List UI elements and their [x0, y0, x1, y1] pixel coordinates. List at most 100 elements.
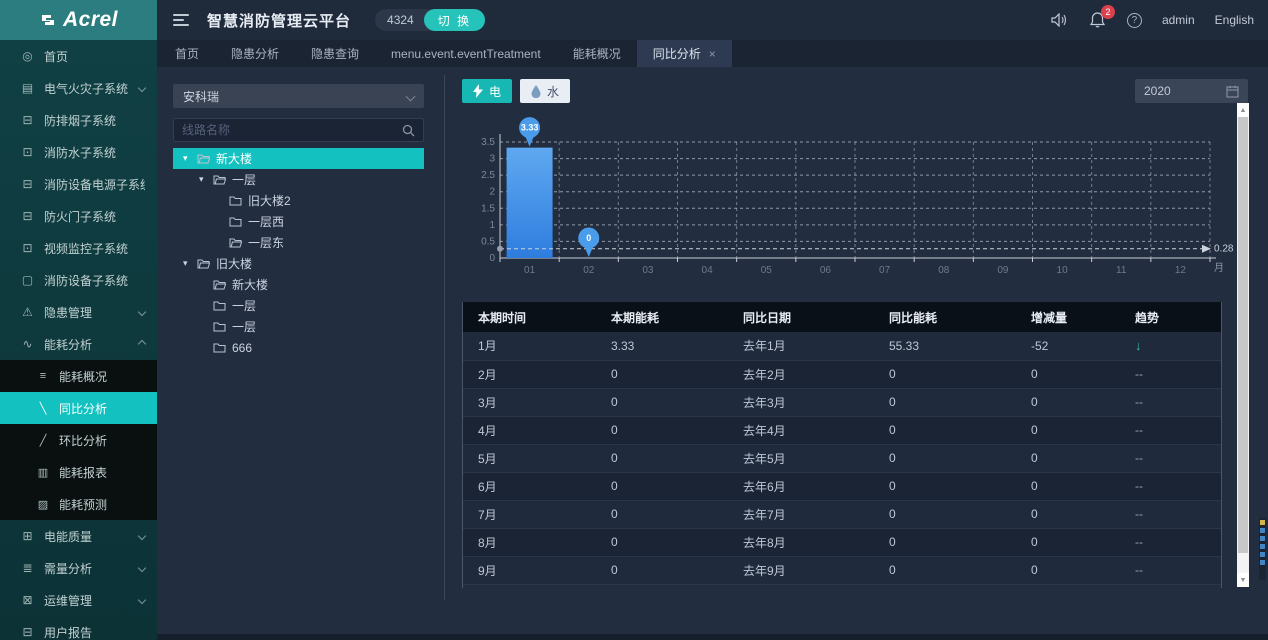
switch-button[interactable]: 切 换: [424, 9, 485, 31]
sidebar-item-4[interactable]: ⊡消防水子系统: [0, 136, 157, 168]
electric-toggle-button[interactable]: 电: [462, 79, 512, 103]
table-row[interactable]: 8月0去年8月00--: [463, 528, 1222, 556]
help-icon[interactable]: ?: [1127, 13, 1142, 28]
table-cell: 去年8月: [728, 528, 874, 556]
sidebar-item-14[interactable]: ⊟用户报告: [0, 616, 157, 640]
tab-3[interactable]: 隐患查询: [295, 40, 375, 67]
svg-text:0: 0: [586, 233, 591, 243]
tab-6[interactable]: 同比分析 ×: [637, 40, 732, 67]
report-icon: ▥: [36, 466, 50, 479]
search-icon[interactable]: [402, 124, 415, 137]
table-cell: 去年2月: [728, 360, 874, 388]
table-row[interactable]: 3月0去年3月00--: [463, 388, 1222, 416]
sidebar-subitem-1[interactable]: ≡能耗概况: [0, 360, 157, 392]
tab-label: 同比分析: [653, 45, 701, 62]
scrollbar-thumb[interactable]: [1238, 117, 1248, 553]
device-tree: ▾新大楼▾一层旧大楼2一层西一层东▾旧大楼新大楼一层一层666: [173, 148, 424, 358]
logo: Acrel: [0, 0, 157, 40]
svg-text:1.5: 1.5: [481, 203, 495, 214]
sidebar-subitem-2[interactable]: ╲同比分析: [0, 392, 157, 424]
tree-expand-caret-icon[interactable]: ▾: [199, 174, 207, 185]
sidebar-subitem-label: 能耗预测: [59, 496, 107, 513]
broadcast-icon[interactable]: [1051, 11, 1069, 29]
sidebar-item-2[interactable]: ▤ 电气火灾子系统: [0, 72, 157, 104]
page-scrollbar-thumb[interactable]: [1259, 518, 1266, 580]
panel-divider: [444, 75, 445, 600]
table-row[interactable]: 4月0去年4月00--: [463, 416, 1222, 444]
tree-node-1[interactable]: ▾新大楼: [173, 148, 424, 169]
sidebar-item-10[interactable]: ∿能耗分析: [0, 328, 157, 360]
scroll-up-arrow-icon[interactable]: ▲: [1237, 103, 1249, 117]
sidebar-item-1[interactable]: ◎首页: [0, 40, 157, 72]
sidebar-item-7[interactable]: ⊡视频监控子系统: [0, 232, 157, 264]
sidebar-item-9[interactable]: ⚠隐患管理: [0, 296, 157, 328]
tree-node-2[interactable]: ▾一层: [173, 169, 424, 190]
year-picker[interactable]: 2020: [1135, 79, 1248, 103]
user-menu[interactable]: admin: [1162, 13, 1195, 27]
svg-text:2.5: 2.5: [481, 170, 495, 181]
tab-4[interactable]: menu.event.eventTreatment: [375, 40, 557, 67]
scroll-down-arrow-icon[interactable]: ▼: [1237, 573, 1249, 587]
home-icon: ◎: [20, 49, 35, 63]
tab-1[interactable]: 首页: [159, 40, 215, 67]
table-cell: 6月: [463, 472, 596, 500]
folder-closed-icon: [229, 216, 242, 227]
table-row[interactable]: 6月0去年6月00--: [463, 472, 1222, 500]
sidebar-item-5[interactable]: ⊟消防设备电源子系统: [0, 168, 157, 200]
notification-bell-icon[interactable]: 2: [1089, 11, 1107, 29]
table-row[interactable]: 9月0去年9月00--: [463, 556, 1222, 584]
chevron-up-icon: [138, 340, 146, 348]
tree-node-6[interactable]: ▾旧大楼: [173, 253, 424, 274]
table-cell: 0: [874, 444, 1016, 472]
sidebar-item-12[interactable]: ≣需量分析: [0, 552, 157, 584]
language-switch[interactable]: English: [1215, 13, 1254, 27]
tab-label: 能耗概况: [573, 45, 621, 62]
tree-node-10[interactable]: 666: [173, 337, 424, 358]
sidebar-subitem-4[interactable]: ▥能耗报表: [0, 456, 157, 488]
sidebar-item-6[interactable]: ⊟防火门子系统: [0, 200, 157, 232]
tree-expand-caret-icon[interactable]: ▾: [183, 153, 191, 164]
table-cell: 0: [1016, 556, 1120, 584]
sidebar-subitem-5[interactable]: ▨能耗预测: [0, 488, 157, 520]
line-search-input[interactable]: [182, 123, 402, 137]
tree-node-5[interactable]: 一层东: [173, 232, 424, 253]
company-dropdown[interactable]: 安科瑞: [173, 84, 424, 108]
table-cell: 0: [596, 528, 728, 556]
water-toggle-button[interactable]: 水: [520, 79, 570, 103]
tree-node-9[interactable]: 一层: [173, 316, 424, 337]
table-row[interactable]: 2月0去年2月00--: [463, 360, 1222, 388]
content-scrollbar[interactable]: ▲ ▼: [1237, 103, 1249, 587]
tree-node-label: 一层西: [248, 213, 284, 230]
sidebar-item-8[interactable]: ▢消防设备子系统: [0, 264, 157, 296]
svg-text:08: 08: [938, 265, 950, 276]
sidebar-item-3[interactable]: ⊟防排烟子系统: [0, 104, 157, 136]
tab-close-icon[interactable]: ×: [709, 47, 716, 61]
menu-collapse-icon[interactable]: [173, 14, 189, 26]
sidebar-subitem-3[interactable]: ╱环比分析: [0, 424, 157, 456]
video-icon: ⊡: [20, 145, 35, 159]
tree-node-8[interactable]: 一层: [173, 295, 424, 316]
sidebar-item-13[interactable]: ⊠运维管理: [0, 584, 157, 616]
tree-expand-caret-icon[interactable]: ▾: [183, 258, 191, 269]
table-row[interactable]: 7月0去年7月00--: [463, 500, 1222, 528]
tree-node-3[interactable]: 旧大楼2: [173, 190, 424, 211]
tab-2[interactable]: 隐患分析: [215, 40, 295, 67]
sidebar-item-11[interactable]: ⊞电能质量: [0, 520, 157, 552]
trend-none: --: [1120, 360, 1222, 388]
table-row[interactable]: 5月0去年5月00--: [463, 444, 1222, 472]
table-cell: 1月: [463, 332, 596, 360]
folder-closed-icon: [229, 195, 242, 206]
table-row[interactable]: 1月3.33去年1月55.33-52↓: [463, 332, 1222, 360]
table-cell: 0: [874, 416, 1016, 444]
chart-icon: ▤: [20, 81, 35, 95]
header-actions: 2 ? admin English: [1051, 11, 1268, 29]
tree-node-7[interactable]: 新大楼: [173, 274, 424, 295]
folder-open-icon: [213, 174, 226, 185]
folder-open-icon: [229, 237, 242, 248]
tree-node-label: 新大楼: [232, 276, 268, 293]
table-cell: 7月: [463, 500, 596, 528]
tree-node-4[interactable]: 一层西: [173, 211, 424, 232]
tab-5[interactable]: 能耗概况: [557, 40, 637, 67]
sidebar-item-label: 电气火灾子系统: [44, 80, 135, 97]
trend-down-arrow-icon: ↓: [1120, 332, 1222, 360]
